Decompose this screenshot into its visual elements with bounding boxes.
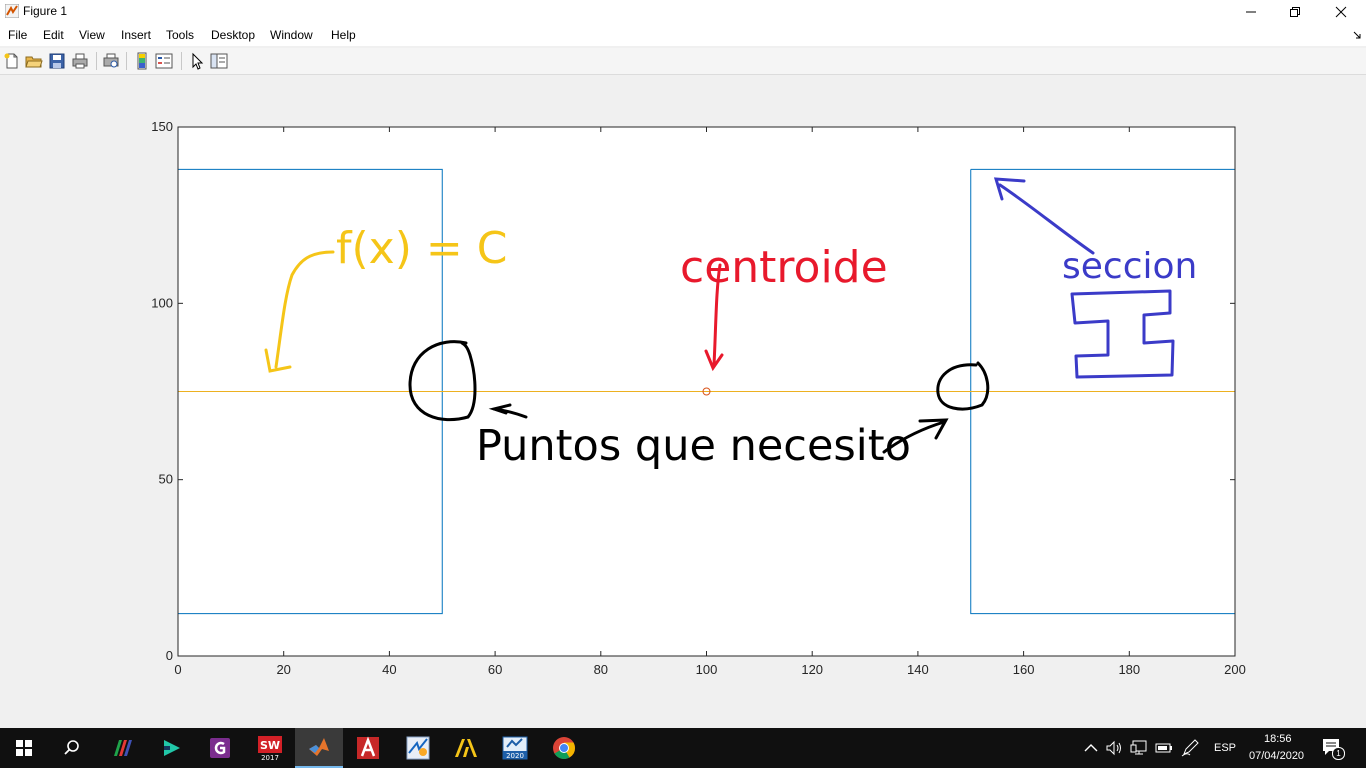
print-preview-icon[interactable] <box>102 52 120 70</box>
pointer-icon[interactable] <box>188 52 206 70</box>
title-bar: Figure 1 <box>0 0 1366 24</box>
network-icon[interactable] <box>1130 740 1148 756</box>
app-2020-badge: 2020 <box>506 752 524 760</box>
menu-bar: File Edit View Insert Tools Desktop Wind… <box>0 24 1366 46</box>
filmora-icon <box>164 740 180 756</box>
function-label: f(x) = C <box>336 223 507 274</box>
clock-time[interactable]: 18:56 <box>1264 733 1292 745</box>
section-label: seccion <box>1062 246 1197 287</box>
battery-icon[interactable] <box>1155 741 1173 755</box>
x-tick-label: 0 <box>174 662 181 677</box>
restore-button[interactable] <box>1272 0 1318 24</box>
x-tick-label: 80 <box>594 662 608 677</box>
volume-icon[interactable] <box>1105 740 1123 756</box>
points-label: Puntos que necesito <box>476 421 911 471</box>
windows-logo-icon <box>16 740 32 756</box>
x-tick-label: 120 <box>801 662 823 677</box>
solidworks-badge: 2017 <box>261 754 279 761</box>
taskbar-app-solidworks[interactable]: SW 2017 <box>246 728 294 768</box>
menu-edit[interactable]: Edit <box>43 28 64 42</box>
menu-window[interactable]: Window <box>270 28 313 42</box>
property-editor-icon[interactable] <box>210 52 228 70</box>
x-tick-label: 60 <box>488 662 502 677</box>
x-tick-label: 100 <box>696 662 718 677</box>
menu-desktop[interactable]: Desktop <box>211 28 255 42</box>
mathcad-icon <box>406 736 430 760</box>
dock-arrow-icon[interactable] <box>1353 31 1361 39</box>
window-title: Figure 1 <box>23 4 68 18</box>
minimize-button[interactable] <box>1228 0 1274 24</box>
minimize-icon <box>1246 11 1256 13</box>
colorbar-icon[interactable] <box>133 52 151 70</box>
save-icon[interactable] <box>48 52 66 70</box>
menu-file[interactable]: File <box>8 28 27 42</box>
taskbar-app-pdf[interactable] <box>196 728 244 768</box>
close-button[interactable] <box>1318 0 1364 24</box>
new-figure-icon[interactable] <box>3 52 21 70</box>
taskbar-app-chrome[interactable] <box>540 728 588 768</box>
x-tick-label: 180 <box>1118 662 1140 677</box>
pen-workspace-icon[interactable] <box>1181 739 1199 757</box>
y-tick-label: 150 <box>151 119 173 134</box>
pdf-icon <box>210 738 230 758</box>
start-button[interactable] <box>0 728 48 768</box>
open-file-icon[interactable] <box>25 52 43 70</box>
x-tick-label: 160 <box>1013 662 1035 677</box>
notification-count: 1 <box>1332 747 1345 760</box>
toolbar-separator <box>181 52 182 70</box>
x-tick-label: 20 <box>276 662 290 677</box>
menu-insert[interactable]: Insert <box>121 28 151 42</box>
svg-text:SW: SW <box>260 739 280 752</box>
centroid-label: centroide <box>680 242 888 293</box>
taskbar-app-archicad[interactable] <box>442 728 490 768</box>
matlab-icon <box>309 738 329 756</box>
clock-date[interactable]: 07/04/2020 <box>1249 750 1304 762</box>
x-tick-label: 140 <box>907 662 929 677</box>
taskbar-app-winrar[interactable] <box>98 728 146 768</box>
app-2020-icon: 2020 <box>502 736 528 760</box>
y-tick-label: 50 <box>159 472 173 487</box>
action-center-button[interactable]: 1 <box>1320 736 1345 760</box>
taskbar-app-autocad[interactable] <box>344 728 392 768</box>
toolbar-separator <box>96 52 97 70</box>
taskbar-app-mathcad[interactable] <box>394 728 442 768</box>
input-language[interactable]: ESP <box>1214 742 1236 754</box>
matlab-figure-icon <box>5 4 19 18</box>
print-icon[interactable] <box>71 52 89 70</box>
menu-tools[interactable]: Tools <box>166 28 194 42</box>
menu-help[interactable]: Help <box>331 28 356 42</box>
search-icon <box>64 740 79 755</box>
figure-canvas: 0 20 40 60 80 100 120 140 160 180 200 0 50 100 150 f(x… <box>0 75 1366 728</box>
archicad-icon <box>455 739 477 757</box>
taskbar-app-filmora[interactable] <box>148 728 196 768</box>
x-tick-label: 40 <box>382 662 396 677</box>
toolbar-separator <box>126 52 127 70</box>
y-tick-label: 0 <box>166 648 173 663</box>
legend-icon[interactable] <box>155 52 173 70</box>
x-tick-label: 200 <box>1224 662 1246 677</box>
search-button[interactable] <box>48 728 96 768</box>
tray-chevron-up-icon[interactable] <box>1084 742 1098 754</box>
autocad-icon <box>357 736 379 759</box>
restore-icon <box>1290 7 1300 17</box>
figure-toolbar <box>0 48 1366 75</box>
winrar-icon <box>114 740 132 756</box>
taskbar-app-matlab[interactable] <box>295 728 343 768</box>
solidworks-icon: SW 2017 <box>258 736 282 761</box>
y-tick-label: 100 <box>151 295 173 310</box>
chrome-icon <box>553 737 575 759</box>
taskbar: SW 2017 2020 ESP 18:56 07/04/2020 1 <box>0 728 1366 768</box>
menu-view[interactable]: View <box>79 28 105 42</box>
taskbar-app-2020[interactable]: 2020 <box>491 728 539 768</box>
plot-axes[interactable]: 0 20 40 60 80 100 120 140 160 180 200 0 50 100 150 f(x… <box>0 75 1366 728</box>
close-icon <box>1335 6 1347 18</box>
